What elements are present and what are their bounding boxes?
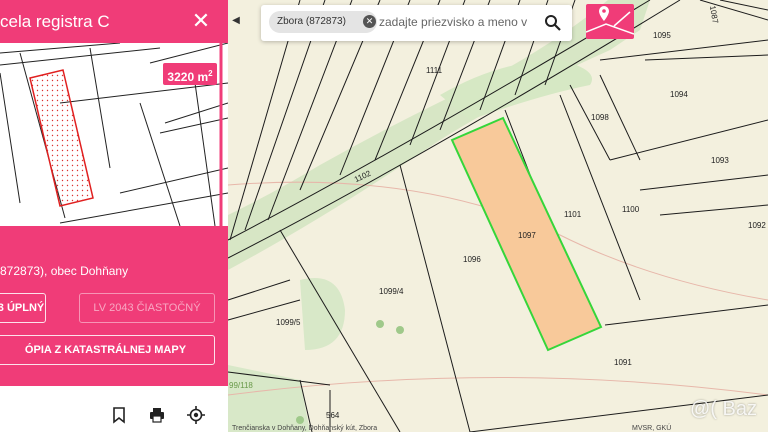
map-attribution: MVSR, GKÚ (632, 425, 672, 432)
print-icon[interactable] (148, 406, 166, 424)
area-value: 3220 m (167, 70, 209, 84)
search-icon[interactable] (544, 14, 561, 31)
chip-remove-icon[interactable]: ✕ (363, 15, 376, 28)
location-text: 872873), obec Dohňany (0, 264, 129, 278)
search-input[interactable] (379, 12, 534, 32)
area-badge: 3220 m2 (163, 63, 217, 85)
watermark: @( Baz (690, 398, 757, 420)
map-app: 1111 1102 1095 1094 1098 1093 1092 1101 … (0, 0, 768, 432)
map-attribution-places: Trenčianska v Dohňany, Dohňanský kút, Zb… (232, 425, 378, 432)
area-unit-sup: 2 (208, 69, 213, 78)
parcel-label: 1094 (670, 90, 688, 99)
parcel-detail-panel: cela registra C ✕ 3220 m2 872873), obec … (0, 0, 228, 432)
parcel-label: 564 (326, 411, 340, 420)
parcel-label: 99/118 (229, 381, 253, 390)
locate-icon[interactable] (187, 406, 205, 424)
parcel-label: 1111 (426, 66, 443, 75)
close-icon[interactable]: ✕ (190, 10, 212, 32)
cadastral-map-copy-button[interactable]: ÓPIA Z KATASTRÁLNEJ MAPY (0, 335, 215, 365)
search-bar: Zbora (872873) ✕ (261, 5, 572, 41)
cadastral-area-chip[interactable]: Zbora (872873) ✕ (269, 11, 377, 33)
parcel-label: 1099/4 (379, 287, 404, 296)
parcel-label: 1093 (711, 156, 729, 165)
parcel-label: 1101 (564, 210, 582, 219)
collapse-panel-icon[interactable]: ◀ (228, 8, 244, 34)
parcel-label: 1099/5 (276, 318, 301, 327)
map-pin-icon (586, 6, 634, 35)
parcel-label: 1098 (591, 113, 609, 122)
panel-header: cela registra C ✕ (0, 0, 228, 43)
parcel-label: 1091 (614, 358, 632, 367)
lv-partial-button[interactable]: LV 2043 ČIASTOČNÝ (79, 293, 215, 323)
parcel-locator-button[interactable] (586, 4, 634, 39)
chip-label: Zbora (872873) (277, 16, 346, 27)
parcel-label: 1100 (622, 205, 640, 214)
bookmark-icon[interactable] (110, 406, 128, 424)
panel-title: cela registra C (0, 12, 110, 31)
lv-full-button[interactable]: 3 ÚPLNÝ (0, 293, 46, 323)
parcel-label: 1092 (748, 221, 766, 230)
parcel-label: 1096 (463, 255, 481, 264)
parcel-label: 1095 (653, 31, 671, 40)
parcel-label: 1097 (518, 231, 536, 240)
